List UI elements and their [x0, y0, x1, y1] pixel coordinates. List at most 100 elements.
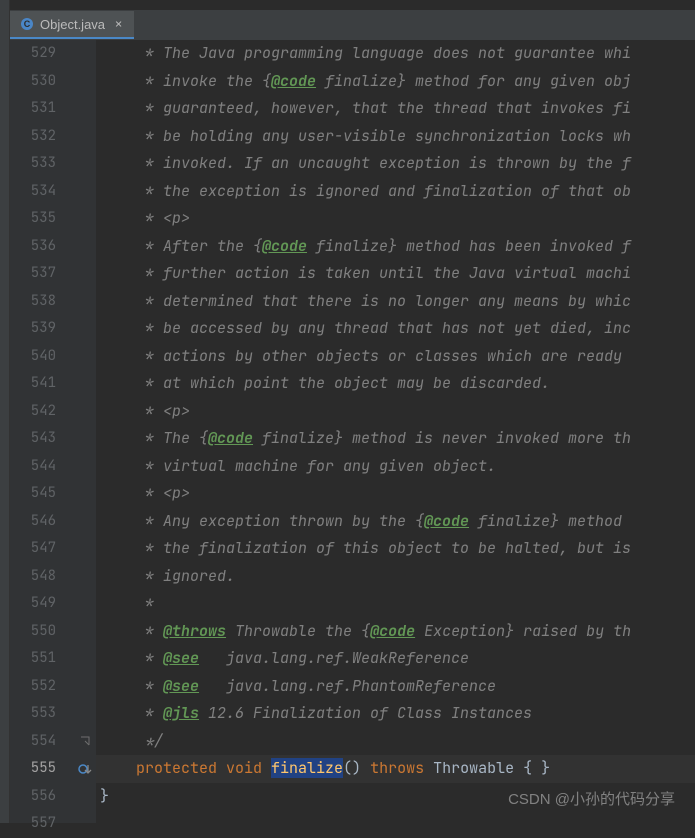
line-number[interactable]: 552 — [10, 673, 56, 701]
gutter-icon-cell — [74, 205, 96, 233]
line-number[interactable]: 530 — [10, 68, 56, 96]
gutter-icon-cell — [74, 425, 96, 453]
gutter-icon-cell — [74, 40, 96, 68]
gutter-icon-cell — [74, 398, 96, 426]
line-number[interactable]: 549 — [10, 590, 56, 618]
code-line[interactable]: * the exception is ignored and finalizat… — [96, 178, 695, 206]
close-icon[interactable]: ✕ — [111, 16, 126, 32]
java-class-icon: C — [20, 17, 34, 31]
line-number[interactable]: 556 — [10, 783, 56, 811]
code-line[interactable]: * @see java.lang.ref.PhantomReference — [96, 673, 695, 701]
line-number[interactable]: 541 — [10, 370, 56, 398]
gutter-icon-cell — [74, 260, 96, 288]
code-line[interactable]: * at which point the object may be disca… — [96, 370, 695, 398]
code-line[interactable]: protected void finalize() throws Throwab… — [96, 755, 695, 783]
code-line[interactable]: * actions by other objects or classes wh… — [96, 343, 695, 371]
code-line[interactable]: */ — [96, 728, 695, 756]
code-line[interactable]: * guaranteed, however, that the thread t… — [96, 95, 695, 123]
line-number[interactable]: 532 — [10, 123, 56, 151]
gutter-icon-cell — [74, 810, 96, 838]
tab-filename: Object.java — [40, 17, 105, 32]
code-line[interactable]: * The {@code finalize} method is never i… — [96, 425, 695, 453]
code-line[interactable]: * ignored. — [96, 563, 695, 591]
gutter-icon-cell — [74, 755, 96, 783]
line-number[interactable]: 544 — [10, 453, 56, 481]
gutter-icon-cell — [74, 123, 96, 151]
line-number[interactable]: 533 — [10, 150, 56, 178]
line-number[interactable]: 550 — [10, 618, 56, 646]
gutter-icon-cell — [74, 480, 96, 508]
code-line[interactable]: * The Java programming language does not… — [96, 40, 695, 68]
code-line[interactable] — [96, 810, 695, 838]
svg-text:C: C — [24, 19, 31, 29]
code-line[interactable]: * <p> — [96, 398, 695, 426]
code-line[interactable]: * invoke the {@code finalize} method for… — [96, 68, 695, 96]
line-number[interactable]: 543 — [10, 425, 56, 453]
line-number[interactable]: 555 — [10, 755, 56, 783]
icon-gutter[interactable] — [74, 40, 96, 823]
fold-end-icon[interactable] — [80, 736, 90, 746]
gutter-icon-cell — [74, 728, 96, 756]
gutter-icon-cell — [74, 783, 96, 811]
gutter-icon-cell — [74, 673, 96, 701]
gutter-icon-cell — [74, 288, 96, 316]
editor-pane: 5295305315325335345355365375385395405415… — [10, 40, 695, 823]
gutter-icon-cell — [74, 178, 96, 206]
gutter-icon-cell — [74, 315, 96, 343]
editor-tab-object-java[interactable]: C Object.java ✕ — [10, 11, 134, 39]
line-number[interactable]: 539 — [10, 315, 56, 343]
code-line[interactable]: * be accessed by any thread that has not… — [96, 315, 695, 343]
line-number[interactable]: 531 — [10, 95, 56, 123]
line-number[interactable]: 536 — [10, 233, 56, 261]
editor-tab-bar: C Object.java ✕ — [10, 10, 695, 40]
line-number[interactable]: 540 — [10, 343, 56, 371]
line-number[interactable]: 551 — [10, 645, 56, 673]
code-line[interactable]: * determined that there is no longer any… — [96, 288, 695, 316]
gutter-icon-cell — [74, 508, 96, 536]
code-line[interactable]: * further action is taken until the Java… — [96, 260, 695, 288]
gutter-icon-cell — [74, 700, 96, 728]
line-number[interactable]: 545 — [10, 480, 56, 508]
line-number[interactable]: 553 — [10, 700, 56, 728]
tool-window-strip[interactable] — [0, 0, 10, 823]
line-number[interactable]: 557 — [10, 810, 56, 838]
line-number[interactable]: 546 — [10, 508, 56, 536]
code-line[interactable]: * @see java.lang.ref.WeakReference — [96, 645, 695, 673]
code-line[interactable]: * Any exception thrown by the {@code fin… — [96, 508, 695, 536]
code-line[interactable]: * After the {@code finalize} method has … — [96, 233, 695, 261]
gutter-icon-cell — [74, 453, 96, 481]
line-number[interactable]: 537 — [10, 260, 56, 288]
gutter-icon-cell — [74, 343, 96, 371]
line-number[interactable]: 547 — [10, 535, 56, 563]
gutter-icon-cell — [74, 68, 96, 96]
gutter-icon-cell — [74, 618, 96, 646]
code-line[interactable]: * invoked. If an uncaught exception is t… — [96, 150, 695, 178]
line-number[interactable]: 548 — [10, 563, 56, 591]
gutter-icon-cell — [74, 95, 96, 123]
line-number[interactable]: 529 — [10, 40, 56, 68]
gutter-icon-cell — [74, 233, 96, 261]
code-line[interactable]: * — [96, 590, 695, 618]
gutter-icon-cell — [74, 563, 96, 591]
line-number[interactable]: 538 — [10, 288, 56, 316]
code-line[interactable]: * the finalization of this object to be … — [96, 535, 695, 563]
code-line[interactable]: * <p> — [96, 205, 695, 233]
line-number[interactable]: 542 — [10, 398, 56, 426]
gutter-icon-cell — [74, 590, 96, 618]
line-number[interactable]: 535 — [10, 205, 56, 233]
code-line[interactable]: * @throws Throwable the {@code Exception… — [96, 618, 695, 646]
gutter-icon-cell — [74, 535, 96, 563]
code-line[interactable]: * <p> — [96, 480, 695, 508]
gutter-icon-cell — [74, 645, 96, 673]
code-area[interactable]: * The Java programming language does not… — [96, 40, 695, 823]
code-line[interactable]: * virtual machine for any given object. — [96, 453, 695, 481]
line-number-gutter[interactable]: 5295305315325335345355365375385395405415… — [10, 40, 74, 823]
code-line[interactable]: * be holding any user-visible synchroniz… — [96, 123, 695, 151]
code-line[interactable]: } — [96, 783, 695, 811]
gutter-icon-cell — [74, 370, 96, 398]
override-down-icon[interactable] — [78, 762, 92, 776]
gutter-icon-cell — [74, 150, 96, 178]
line-number[interactable]: 534 — [10, 178, 56, 206]
line-number[interactable]: 554 — [10, 728, 56, 756]
code-line[interactable]: * @jls 12.6 Finalization of Class Instan… — [96, 700, 695, 728]
